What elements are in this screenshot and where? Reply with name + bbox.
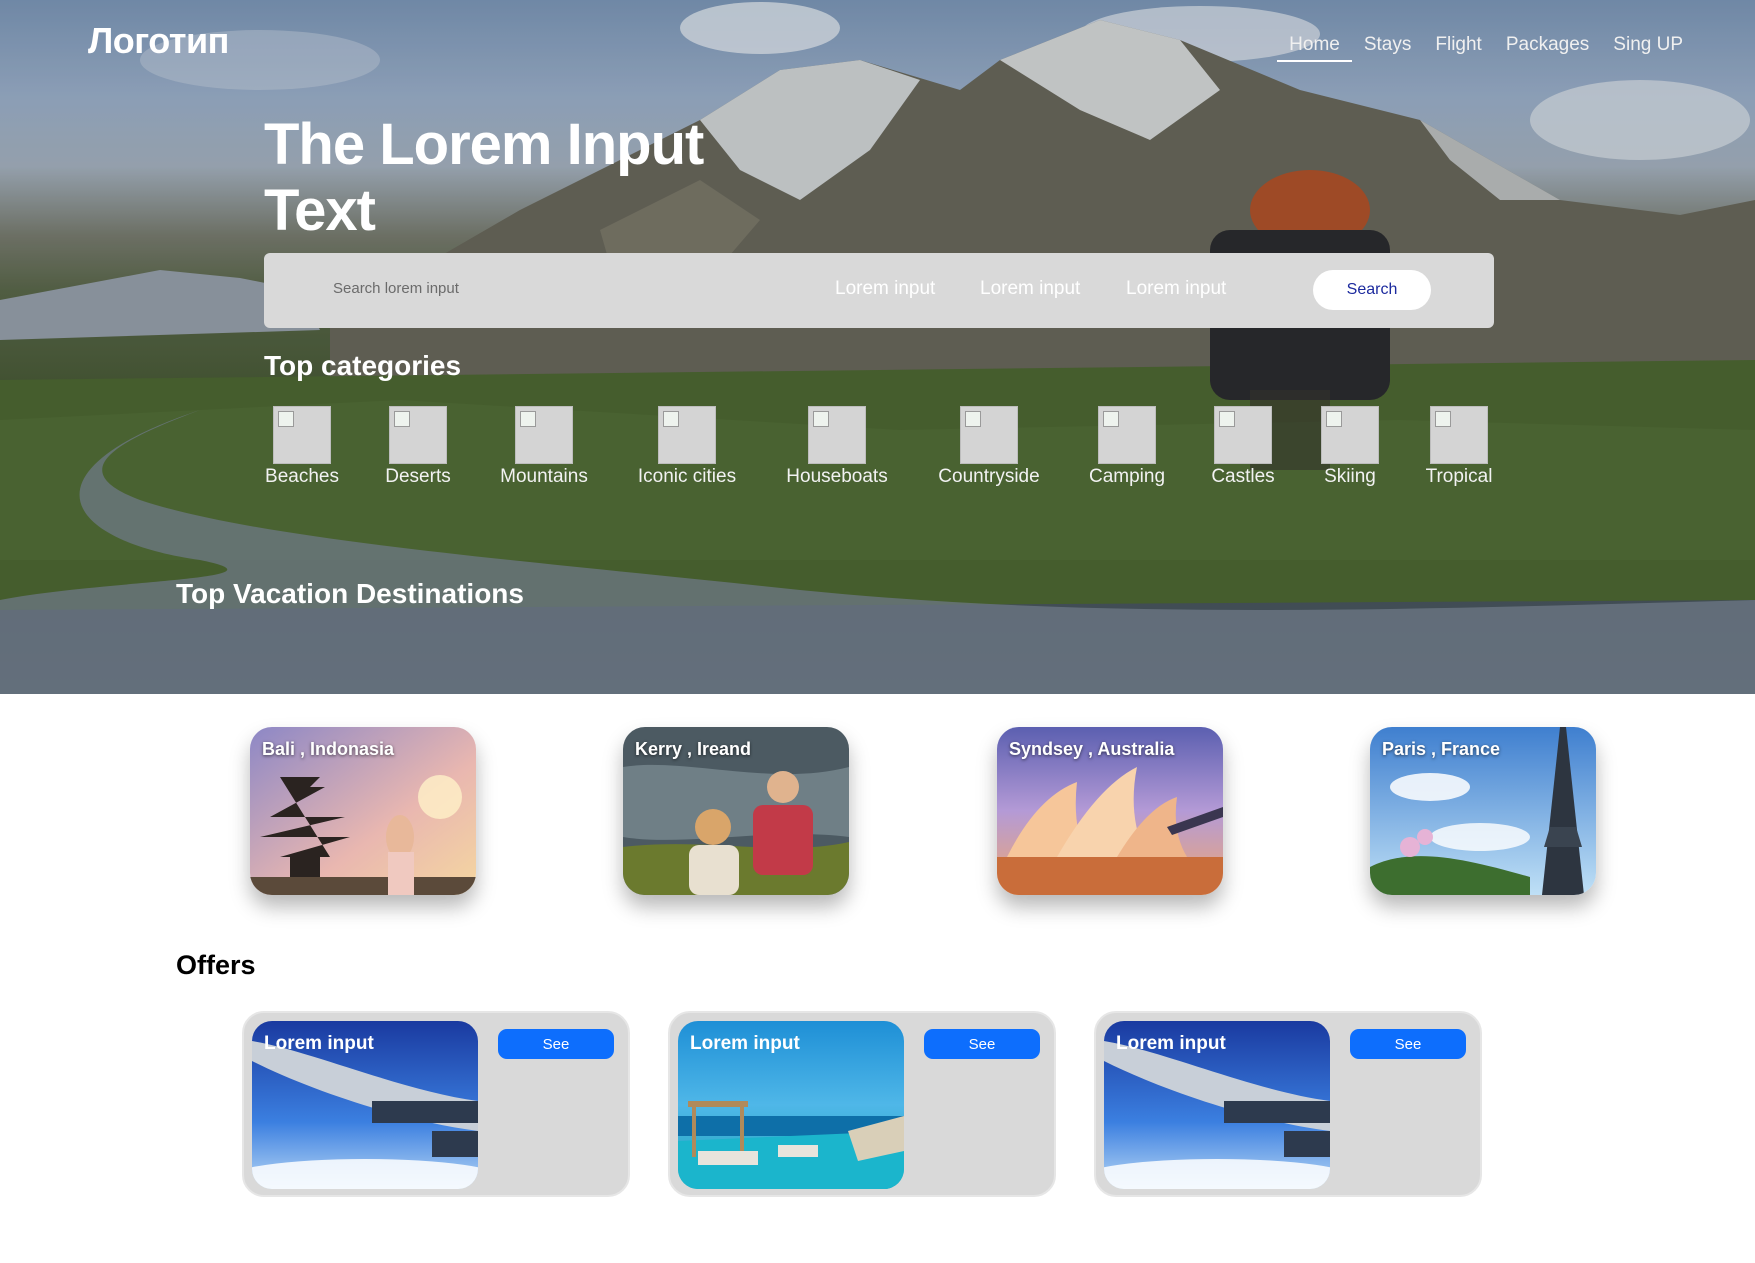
top-destinations-title: Top Vacation Destinations [176,578,524,609]
offer-image: Lorem input [1104,1021,1330,1189]
category-label: Beaches [265,466,339,487]
nav-packages[interactable]: Packages [1494,34,1601,56]
category-skiing[interactable]: Skiing [1321,406,1379,488]
offers-title: Offers [176,950,256,980]
logo[interactable]: Логотип [88,20,229,62]
category-mountains[interactable]: Mountains [497,406,591,488]
offer-caption: Lorem input [690,1033,800,1054]
destination-name: Kerry , Ireand [635,739,752,759]
offer-card-2[interactable]: Lorem input See [668,1011,1056,1197]
hero-headline: The Lorem Input Text [264,112,704,243]
hero-banner: Логотип Home Stays Flight Packages Sing … [0,0,1755,694]
top-categories-title: Top categories [264,350,462,381]
see-offer-button[interactable]: See [498,1029,614,1059]
destination-card-bali[interactable]: Bali , Indonasia [250,727,476,895]
search-option-3[interactable]: Lorem input [1126,278,1226,300]
nav-flight[interactable]: Flight [1423,34,1493,56]
category-label: Tropical [1425,466,1493,487]
broken-image-icon [515,406,573,464]
broken-image-icon [960,406,1018,464]
broken-image-icon [1430,406,1488,464]
category-label: Deserts [385,466,451,487]
category-label: Mountains [500,466,588,487]
search-button[interactable]: Search [1313,270,1431,310]
category-deserts[interactable]: Deserts [383,406,453,488]
destination-name: Paris , France [1382,739,1501,759]
broken-image-icon [808,406,866,464]
category-castles[interactable]: Castles [1210,406,1276,488]
offer-card-3[interactable]: Lorem input See [1094,1011,1482,1197]
category-label: Castles [1211,466,1275,487]
destination-name: Bali , Indonasia [262,739,395,759]
offer-caption: Lorem input [264,1033,374,1054]
nav-stays[interactable]: Stays [1352,34,1424,56]
category-label: Countryside [938,466,1040,487]
category-label: Skiing [1324,466,1376,487]
category-tropical[interactable]: Tropical [1424,406,1494,488]
category-beaches[interactable]: Beaches [263,406,341,488]
offer-image: Lorem input [252,1021,478,1189]
search-option-1[interactable]: Lorem input [835,278,935,300]
search-option-2[interactable]: Lorem input [980,278,1080,300]
nav-sign-up[interactable]: Sing UP [1601,34,1695,56]
category-houseboats[interactable]: Houseboats [784,406,890,488]
broken-image-icon [1321,406,1379,464]
destination-name: Syndsey , Australia [1009,739,1175,759]
category-label: Houseboats [786,466,888,487]
category-iconic-cities[interactable]: Iconic cities [634,406,740,488]
broken-image-icon [1098,406,1156,464]
broken-image-icon [389,406,447,464]
see-offer-button[interactable]: See [924,1029,1040,1059]
category-label: Camping [1088,466,1166,487]
main-nav: Home Stays Flight Packages Sing UP [1277,34,1695,62]
offer-caption: Lorem input [1116,1033,1226,1054]
broken-image-icon [1214,406,1272,464]
nav-home[interactable]: Home [1277,34,1352,62]
offer-card-1[interactable]: Lorem input See [242,1011,630,1197]
destination-card-kerry[interactable]: Kerry , Ireand [623,727,849,895]
category-camping[interactable]: Camping [1087,406,1167,488]
see-offer-button[interactable]: See [1350,1029,1466,1059]
destination-card-paris[interactable]: Paris , France [1370,727,1596,895]
destination-card-sydney[interactable]: Syndsey , Australia [997,727,1223,895]
category-label: Iconic cities [637,466,737,487]
search-input[interactable]: Search lorem input [333,280,459,297]
broken-image-icon [273,406,331,464]
broken-image-icon [658,406,716,464]
search-bar: Search lorem input Lorem input Lorem inp… [264,253,1494,328]
offer-image: Lorem input [678,1021,904,1189]
category-countryside[interactable]: Countryside [935,406,1043,488]
